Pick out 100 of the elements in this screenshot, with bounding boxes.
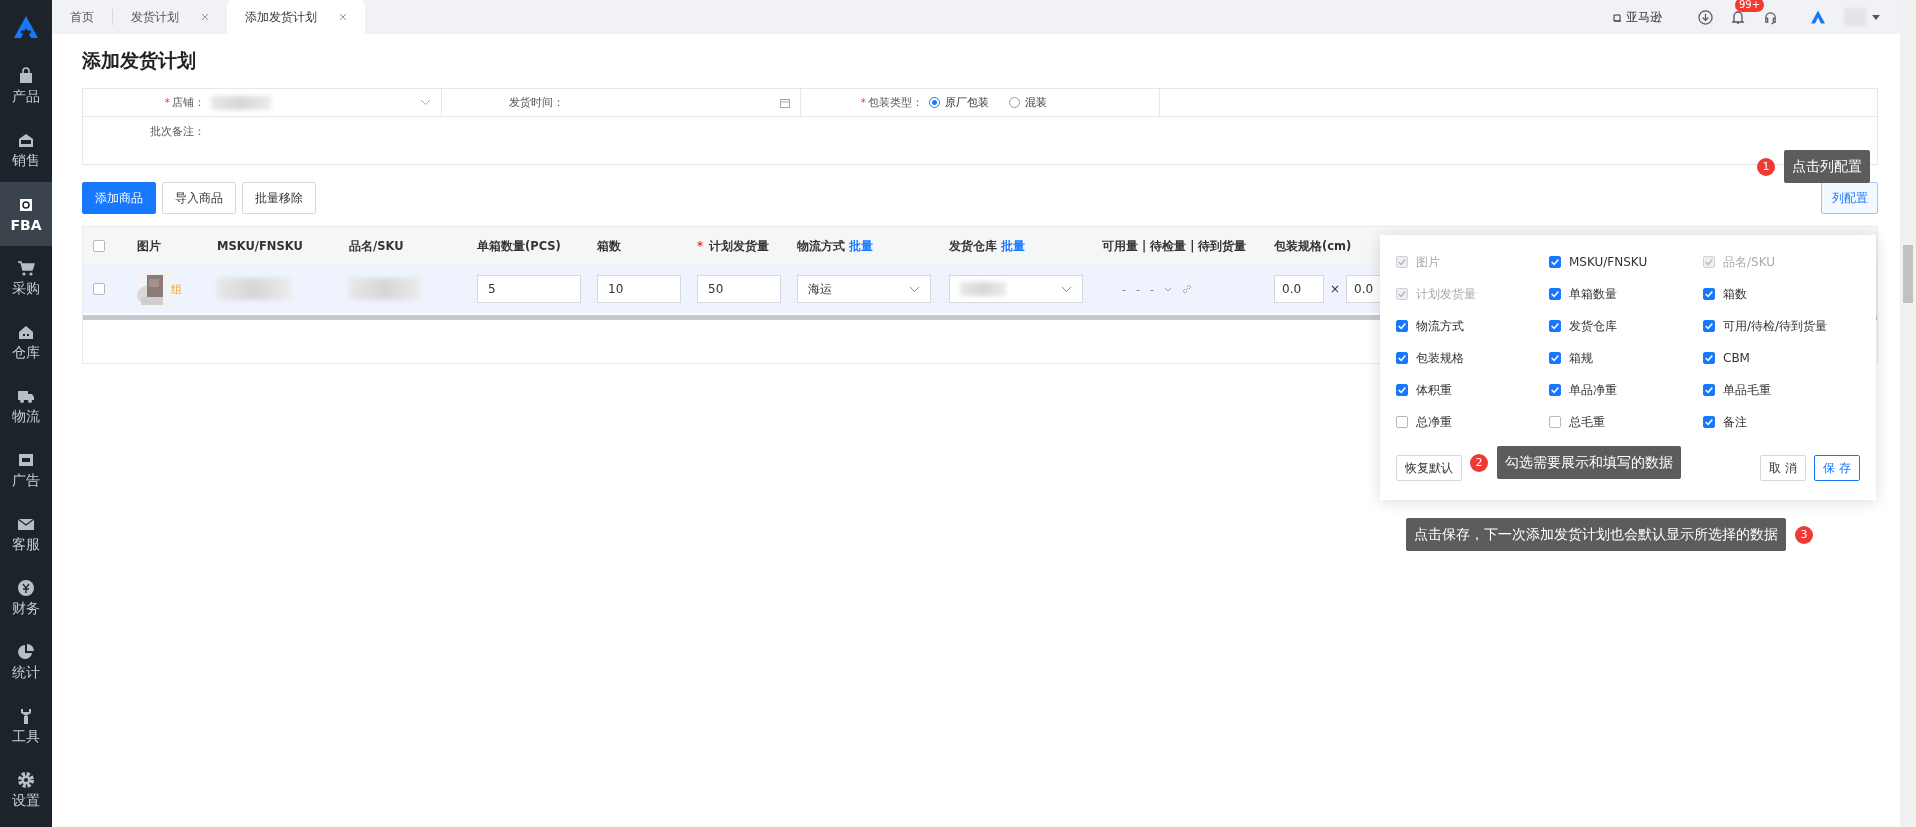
column-header: MSKU/FNSKU [217, 239, 303, 253]
sidebar-item[interactable]: 仓库 [0, 310, 52, 374]
checkbox[interactable] [1703, 288, 1715, 300]
quantity-input[interactable]: 5 [477, 275, 581, 303]
scrollbar-thumb[interactable] [1903, 245, 1913, 303]
field-label: 发货时间： [509, 96, 564, 109]
close-icon[interactable] [201, 13, 209, 21]
column-option[interactable]: 单箱数量 [1549, 285, 1703, 303]
tab[interactable]: 添加发货计划 [227, 0, 365, 34]
save-button[interactable]: 保 存 [1814, 455, 1860, 481]
column-header: 发货仓库 [949, 238, 997, 254]
column-option[interactable]: 总净重 [1396, 413, 1549, 431]
reset-button[interactable]: 恢复默认 [1396, 455, 1462, 481]
sidebar-item[interactable]: 广告 [0, 438, 52, 502]
checkbox[interactable] [1396, 384, 1408, 396]
link-icon[interactable] [1181, 284, 1192, 294]
batch-link[interactable]: 批量 [849, 238, 873, 254]
column-header: 包装规格(cm) [1274, 238, 1352, 254]
column-header: 可用量 | 待检量 | 待到货量 [1102, 238, 1247, 254]
chevron-down-icon[interactable] [1163, 286, 1172, 292]
checkbox[interactable] [1549, 384, 1561, 396]
stock-value: - [1136, 282, 1140, 296]
pie-icon [17, 642, 35, 661]
column-config-button[interactable]: 列配置 [1821, 182, 1878, 214]
sidebar-item[interactable]: 采购 [0, 246, 52, 310]
checkbox[interactable] [1396, 320, 1408, 332]
column-option[interactable]: 箱规 [1549, 349, 1703, 367]
field-label: 店铺： [172, 96, 205, 109]
sidebar-item[interactable]: 产品 [0, 54, 52, 118]
checkbox[interactable] [1396, 352, 1408, 364]
checkbox[interactable] [93, 240, 105, 252]
column-option[interactable]: 发货仓库 [1549, 317, 1703, 335]
times-sign: × [1329, 282, 1341, 296]
column-header: 物流方式 [797, 238, 845, 254]
marketplace-label[interactable]: 亚马逊 [1613, 8, 1662, 26]
logo-icon [13, 15, 39, 39]
column-option[interactable]: 单品净重 [1549, 381, 1703, 399]
radio-option[interactable]: 原厂包装 [929, 95, 989, 110]
sidebar-item[interactable]: 客服 [0, 502, 52, 566]
toolbar-button[interactable]: 导入商品 [162, 182, 236, 214]
checkbox[interactable] [93, 283, 105, 295]
gear-icon [17, 770, 35, 789]
sidebar-item[interactable]: 统计 [0, 630, 52, 694]
sidebar-item[interactable]: FBA [0, 182, 52, 246]
headset-icon[interactable] [1763, 9, 1778, 25]
batch-link[interactable]: 批量 [1001, 238, 1025, 254]
radio-option[interactable]: 混装 [1009, 95, 1047, 110]
column-option[interactable]: CBM [1703, 349, 1860, 367]
checkbox[interactable] [1703, 384, 1715, 396]
sidebar-item[interactable]: 工具 [0, 694, 52, 758]
toolbar-button[interactable]: 添加商品 [82, 182, 156, 214]
hint-tooltip: 点击列配置 [1784, 150, 1870, 183]
length-input[interactable]: 0.0 [1274, 275, 1324, 303]
bell-icon[interactable] [1731, 9, 1745, 25]
checkbox[interactable] [1396, 416, 1408, 428]
planned-quantity-input[interactable]: 50 [697, 275, 781, 303]
tab[interactable]: 首页 [52, 0, 112, 34]
toolbar-button[interactable]: 批量移除 [242, 182, 316, 214]
sidebar-item[interactable]: 销售 [0, 118, 52, 182]
column-option[interactable]: MSKU/FNSKU [1549, 253, 1703, 271]
warehouse-select[interactable] [949, 275, 1083, 303]
boxes-input[interactable]: 10 [597, 275, 681, 303]
redacted-text [349, 278, 421, 300]
redacted-text [211, 95, 271, 110]
scrollbar[interactable] [1900, 0, 1916, 827]
column-option[interactable]: 包装规格 [1396, 349, 1549, 367]
caret-icon[interactable] [1872, 14, 1880, 20]
checkbox[interactable] [1703, 352, 1715, 364]
sidebar-item[interactable]: 设置 [0, 758, 52, 822]
column-option[interactable]: 体积重 [1396, 381, 1549, 399]
column-option[interactable]: 箱数 [1703, 285, 1860, 303]
checkbox[interactable] [1549, 288, 1561, 300]
column-option[interactable]: 单品毛重 [1703, 381, 1860, 399]
notification-badge: 99+ [1735, 0, 1765, 12]
sidebar-item[interactable]: 财务 [0, 566, 52, 630]
step-number: 3 [1795, 525, 1813, 544]
shipping-select[interactable]: 海运 [797, 275, 931, 303]
sidebar-item[interactable]: 物流 [0, 374, 52, 438]
cancel-button[interactable]: 取 消 [1760, 455, 1807, 481]
download-icon[interactable] [1698, 9, 1713, 25]
coin-icon [17, 578, 35, 597]
close-icon[interactable] [339, 13, 347, 21]
calendar-icon [780, 97, 790, 108]
checkbox[interactable] [1549, 352, 1561, 364]
hint-tooltip: 勾选需要展示和填写的数据 [1497, 446, 1681, 479]
page-title: 添加发货计划 [82, 48, 197, 73]
tab[interactable]: 发货计划 [113, 0, 227, 34]
chevron-down-icon [1061, 285, 1072, 293]
checkbox[interactable] [1549, 320, 1561, 332]
checkbox[interactable] [1549, 416, 1561, 428]
column-option[interactable]: 物流方式 [1396, 317, 1549, 335]
field-label: 批次备注： [149, 124, 205, 139]
column-option[interactable]: 可用/待检/待到货量 [1703, 317, 1860, 335]
checkbox[interactable] [1703, 320, 1715, 332]
stock-value: - [1122, 282, 1126, 296]
column-option[interactable]: 备注 [1703, 413, 1860, 431]
checkbox[interactable] [1703, 416, 1715, 428]
column-option[interactable]: 总毛重 [1549, 413, 1703, 431]
logo-icon [1810, 10, 1826, 24]
checkbox[interactable] [1549, 256, 1561, 268]
